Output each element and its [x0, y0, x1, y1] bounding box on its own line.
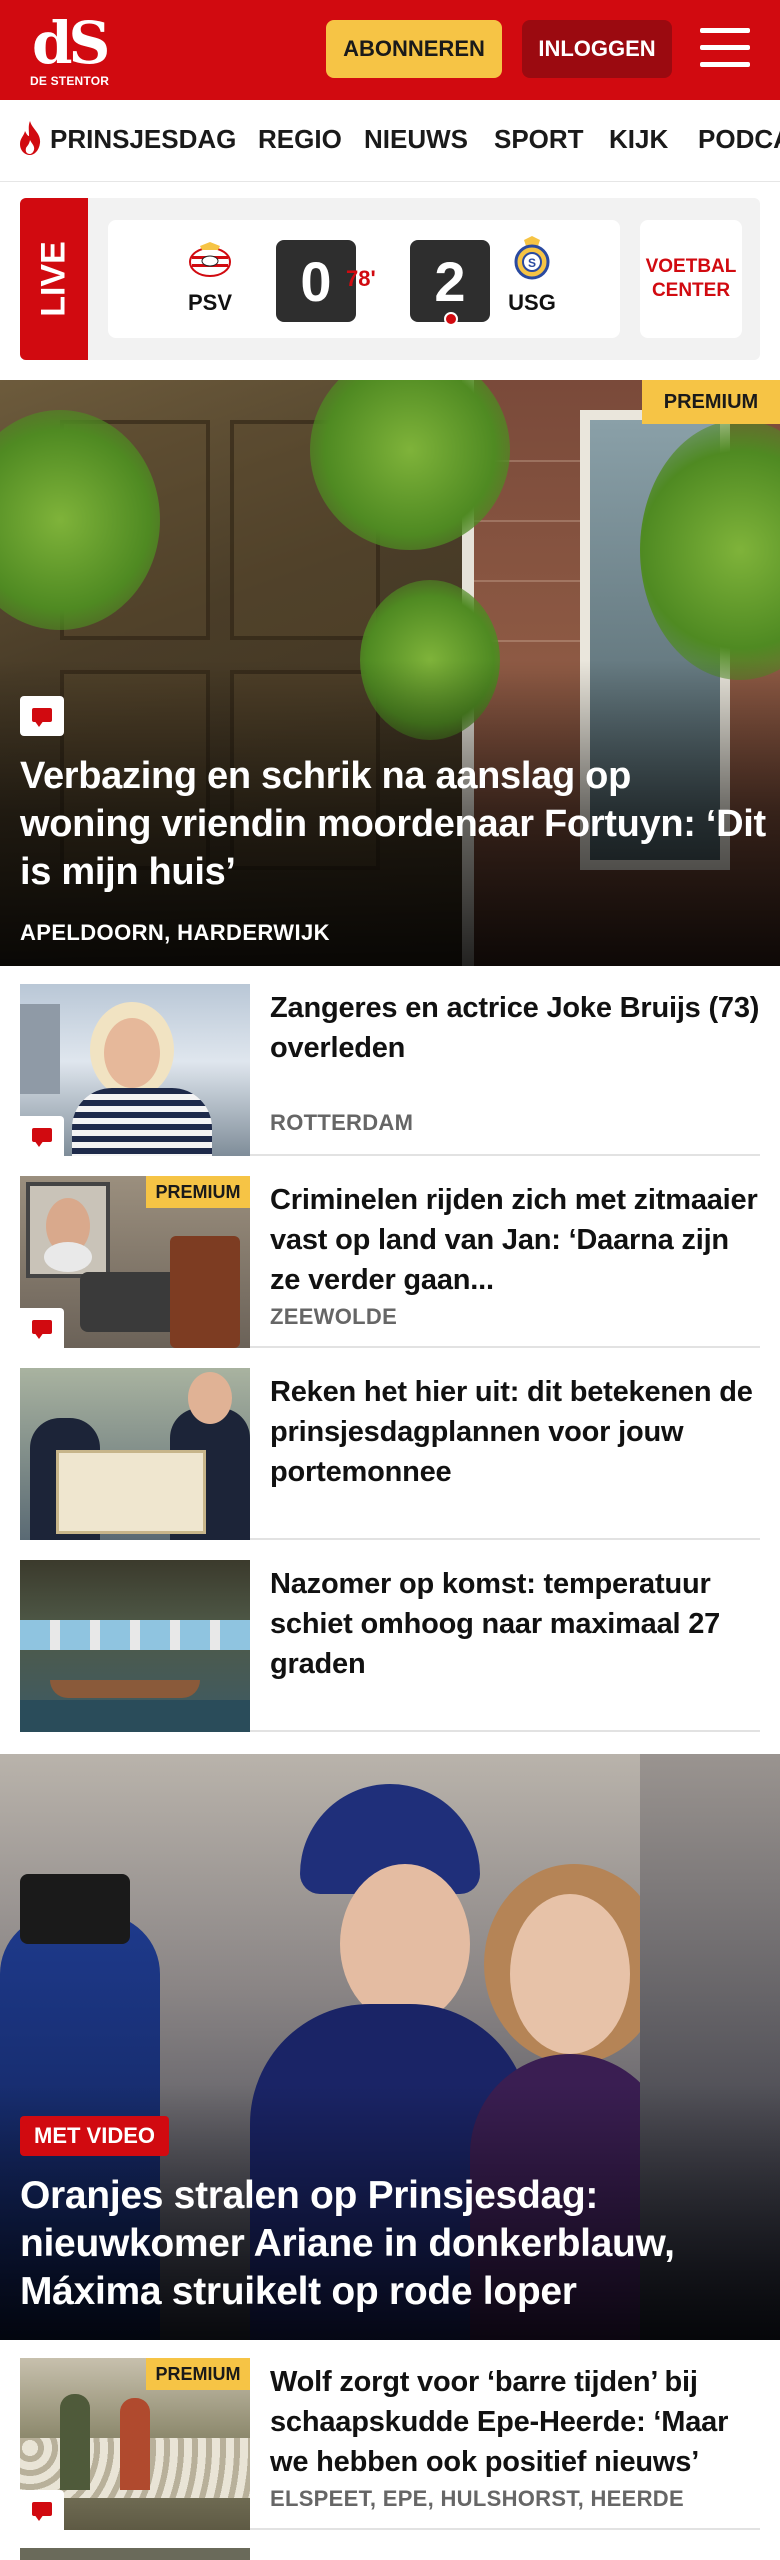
article-thumbnail: [20, 1368, 250, 1540]
hamburger-menu-icon[interactable]: [700, 26, 750, 70]
document-shape: [56, 1450, 206, 1534]
main-nav: PRINSJESDAG REGIO NIEUWS SPORT KIJK PODC…: [0, 100, 780, 182]
article-location: ROTTERDAM: [270, 1110, 414, 1135]
face-shape: [340, 1864, 470, 2024]
umbrellas-shape: [20, 1620, 250, 1650]
article-item[interactable]: PREMIUM Criminelen rijden zich met zitma…: [20, 1176, 760, 1348]
brick-line: [474, 520, 594, 522]
nav-item-kijk[interactable]: KIJK: [609, 124, 668, 155]
logo-mark: dS: [32, 9, 110, 77]
water-shape: [20, 1700, 250, 1732]
article-location: ZEEWOLDE: [270, 1304, 398, 1329]
guard-hat-shape: [20, 1874, 130, 1944]
article-thumbnail: PREMIUM: [20, 2358, 250, 2530]
comment-icon: [20, 696, 64, 736]
home-team-name: PSV: [187, 290, 233, 315]
article-item[interactable]: Zangeres en actrice Joke Bruijs (73) ove…: [20, 984, 760, 1156]
article-item[interactable]: PREMIUM Wolf zorgt voor ‘barre tijden’ b…: [20, 2358, 760, 2530]
article-item[interactable]: Reken het hier uit: dit betekenen de pri…: [20, 1368, 760, 1540]
live-tag: LIVE: [20, 198, 88, 360]
site-header: dS DE STENTOR ABONNEREN INLOGGEN: [0, 0, 780, 100]
article-location: ELSPEET, EPE, HULSHORST, HEERDE: [270, 2486, 684, 2511]
brick-line: [474, 580, 594, 582]
premium-badge: PREMIUM: [146, 2358, 250, 2390]
article-title: Nazomer op komst: temperatuur schiet omh…: [270, 1568, 721, 1680]
live-label: LIVE: [34, 241, 73, 317]
premium-badge: PREMIUM: [146, 1176, 250, 1208]
article-title: Wolf zorgt voor ‘barre tijden’ bij schaa…: [270, 2366, 729, 2478]
video-badge: MET VIDEO: [20, 2116, 170, 2156]
comment-icon: [20, 1116, 64, 1156]
article-title: Criminelen rijden zich met zitmaaier vas…: [270, 1184, 758, 1296]
article-title: Zangeres en actrice Joke Bruijs (73) ove…: [270, 992, 760, 1064]
psv-logo-icon: [189, 242, 231, 277]
voetbal-center-button[interactable]: VOETBAL CENTER: [640, 220, 742, 338]
article-title: Reken het hier uit: dit betekenen de pri…: [270, 1376, 753, 1488]
hero-title[interactable]: Verbazing en schrik na aanslag op woning…: [20, 752, 768, 896]
hero-location: APELDOORN, HARDERWIJK: [20, 920, 330, 945]
login-button[interactable]: INLOGGEN: [522, 20, 672, 78]
nav-item-nieuws[interactable]: NIEUWS: [364, 124, 468, 155]
beard-shape: [44, 1242, 92, 1272]
logo-text: DE STENTOR: [30, 74, 110, 88]
goal-indicator: [444, 312, 458, 326]
usg-logo-icon: S: [514, 236, 550, 280]
svg-text:S: S: [528, 256, 536, 270]
subscribe-button[interactable]: ABONNEREN: [326, 20, 502, 78]
voetbal-center-line1: VOETBAL: [645, 256, 737, 277]
nav-item-regio[interactable]: REGIO: [258, 124, 342, 155]
article-thumbnail: [20, 1560, 250, 1732]
live-score-bar: LIVE PSV 0 78' 2 S USG VOETBAL CENTER: [20, 198, 760, 360]
face-shape: [510, 1894, 630, 2054]
face-shape: [104, 1018, 160, 1088]
article-item[interactable]: Nazomer op komst: temperatuur schiet omh…: [20, 1560, 760, 1732]
next-article-thumbnail[interactable]: [20, 2548, 250, 2560]
machine-shape: [170, 1236, 240, 1348]
flame-icon: [20, 121, 41, 155]
video-hero-title[interactable]: Oranjes stralen op Prinsjesdag: nieuwkom…: [20, 2172, 768, 2316]
home-score: 0: [276, 240, 356, 322]
voetbal-center-line2: CENTER: [651, 280, 731, 301]
away-team-name: USG: [508, 290, 556, 315]
face-shape: [188, 1372, 232, 1424]
building-shape: [20, 1004, 60, 1094]
match-minute: 78': [346, 266, 376, 291]
nav-item-sport[interactable]: SPORT: [494, 124, 584, 155]
striped-shirt: [72, 1088, 212, 1156]
inset-portrait: [26, 1182, 110, 1278]
article-thumbnail: [20, 984, 250, 1156]
article-thumbnail: PREMIUM: [20, 1176, 250, 1348]
person-shape: [60, 2394, 90, 2490]
site-logo[interactable]: dS DE STENTOR: [30, 12, 110, 92]
match-card[interactable]: PSV 0 78' 2 S USG: [108, 220, 620, 338]
comment-icon: [20, 2490, 64, 2530]
premium-badge: PREMIUM: [642, 380, 780, 424]
nav-item-prinsjesdag[interactable]: PRINSJESDAG: [50, 124, 236, 155]
boat-shape: [50, 1680, 200, 1698]
comment-icon: [20, 1308, 64, 1348]
nav-item-podcast[interactable]: PODCA: [698, 124, 780, 155]
away-score: 2: [410, 240, 490, 322]
person-shape: [120, 2398, 150, 2490]
